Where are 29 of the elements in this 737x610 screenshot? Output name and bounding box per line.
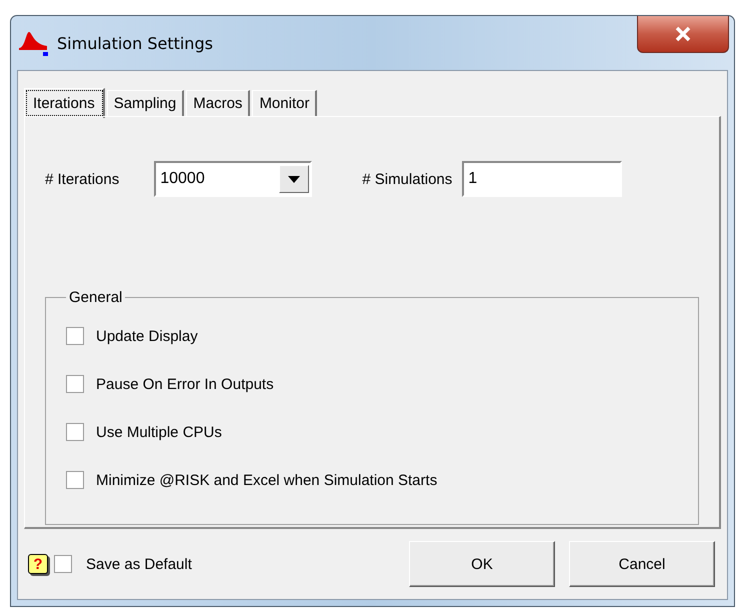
checkbox-label: Pause On Error In Outputs xyxy=(96,376,274,392)
checkbox[interactable] xyxy=(54,555,72,573)
checkbox[interactable] xyxy=(66,375,84,393)
checkbox-label: Save as Default xyxy=(86,556,192,572)
close-icon xyxy=(674,26,692,42)
field-label: # Iterations xyxy=(45,170,120,188)
caret-icon xyxy=(288,176,300,182)
iterations-field[interactable]: 10000 xyxy=(156,170,280,188)
tab[interactable]: Macros xyxy=(186,90,250,116)
close-button[interactable] xyxy=(637,16,729,53)
tab[interactable]: Monitor xyxy=(252,90,318,116)
group-title: General xyxy=(68,289,124,306)
dropdown-button[interactable] xyxy=(279,165,310,193)
help-button[interactable]: ? xyxy=(28,554,48,574)
tab[interactable]: Sampling xyxy=(106,90,184,116)
field-label: # Simulations xyxy=(362,170,452,188)
checkbox-label: Update Display xyxy=(96,328,198,344)
checkbox-label: Use Multiple CPUs xyxy=(96,424,222,440)
checkbox[interactable] xyxy=(66,327,84,345)
window-title: Simulation Settings xyxy=(57,34,213,52)
simulations-field[interactable]: 1 xyxy=(462,161,622,197)
iterations-dropdown[interactable]: 10000 xyxy=(154,161,312,197)
tab[interactable]: Iterations xyxy=(24,88,105,118)
dialog-button[interactable]: OK xyxy=(409,541,555,587)
app-logo-icon xyxy=(19,30,49,56)
checkbox-label: Minimize @RISK and Excel when Simulation Starts xyxy=(96,472,438,488)
checkbox[interactable] xyxy=(66,471,84,489)
dialog-button[interactable]: Cancel xyxy=(569,541,715,587)
checkbox[interactable] xyxy=(66,423,84,441)
